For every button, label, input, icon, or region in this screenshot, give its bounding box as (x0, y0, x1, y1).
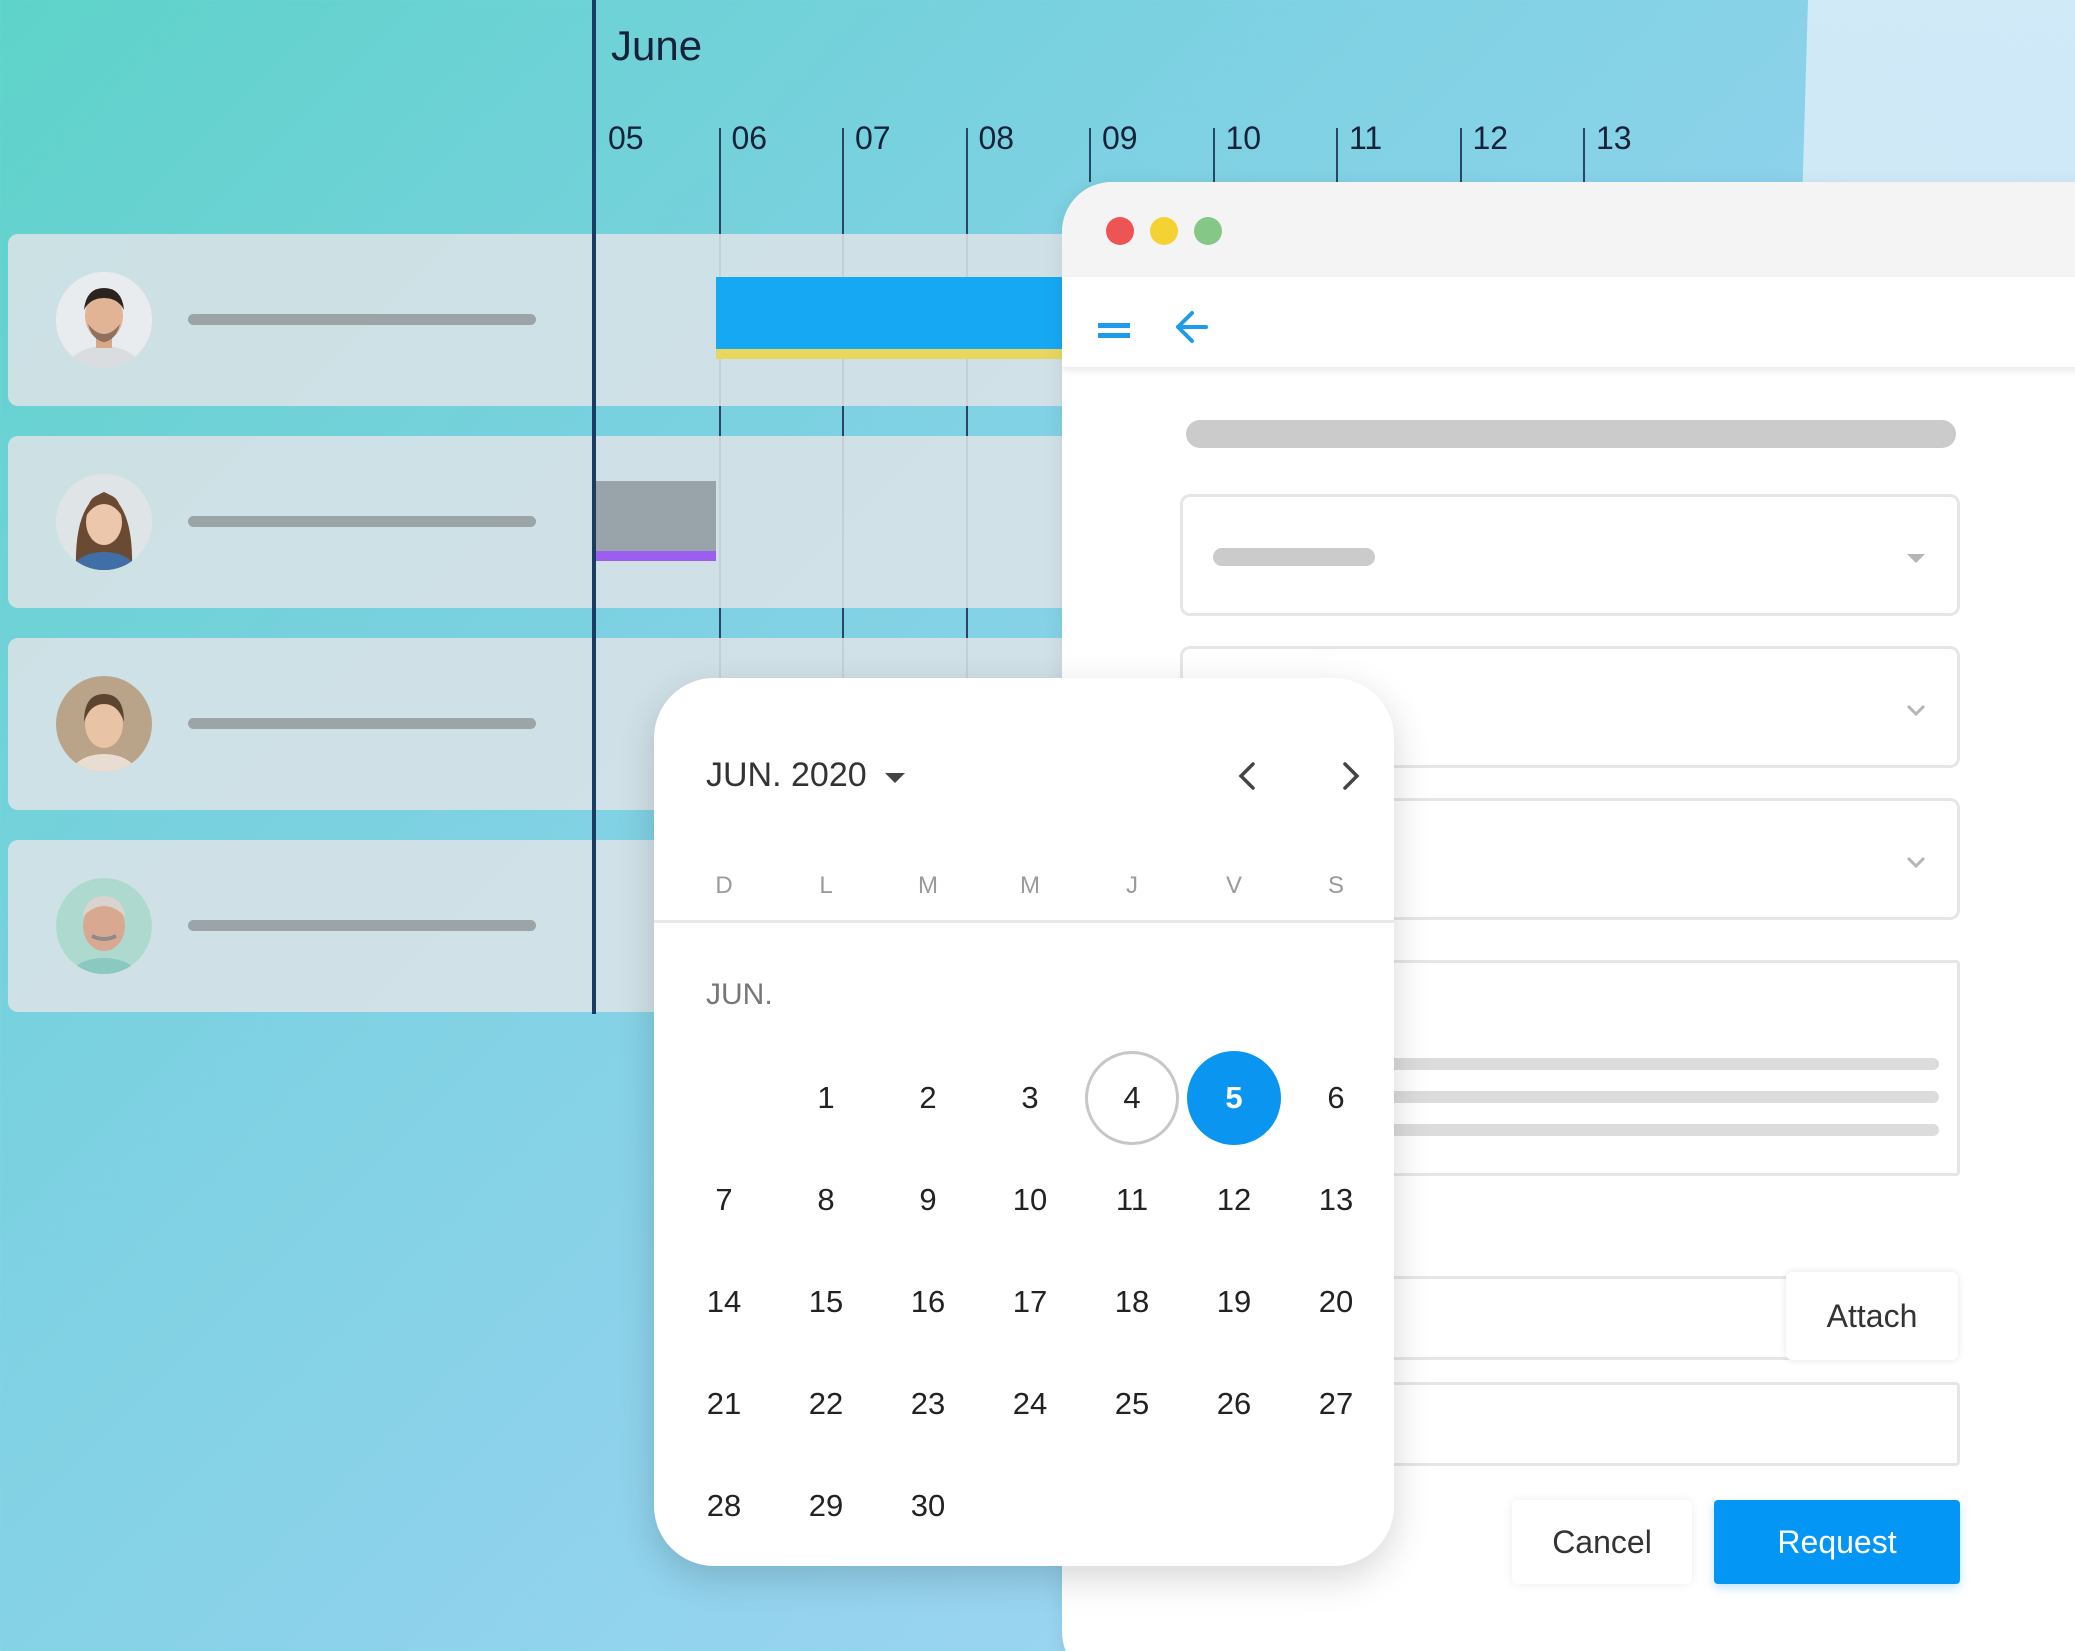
calendar-day-today[interactable]: 4 (1085, 1051, 1179, 1145)
select-field[interactable] (1180, 494, 1960, 616)
day-gridline (718, 128, 721, 718)
month-year-dropdown[interactable]: JUN. 2020 (706, 756, 905, 795)
day-gridline (1459, 128, 1462, 182)
calendar-day[interactable]: 11 (1085, 1153, 1179, 1247)
name-placeholder (188, 920, 536, 931)
calendar-day[interactable]: 25 (1085, 1357, 1179, 1451)
weekday-label: J (1126, 872, 1138, 899)
resource-row[interactable] (8, 436, 1138, 608)
name-placeholder (188, 718, 536, 729)
calendar-day[interactable]: 26 (1187, 1357, 1281, 1451)
form-title-placeholder (1186, 420, 1956, 448)
task-progress-line-yellow (716, 349, 1066, 359)
calendar-day[interactable]: 23 (881, 1357, 975, 1451)
day-gridline (842, 128, 844, 718)
calendar-day[interactable]: 16 (881, 1255, 975, 1349)
calendar-day[interactable]: 20 (1289, 1255, 1383, 1349)
calendar-day[interactable]: 8 (779, 1153, 873, 1247)
weekday-label: L (819, 872, 833, 899)
task-bar-blue[interactable] (716, 277, 1066, 349)
calendar-day[interactable]: 17 (983, 1255, 1077, 1349)
gantt-month-label: June (611, 22, 703, 69)
calendar-day[interactable]: 12 (1187, 1153, 1281, 1247)
cancel-button[interactable]: Cancel (1512, 1500, 1692, 1584)
window-toolbar (1062, 277, 2075, 367)
day-label: 10 (1225, 120, 1262, 156)
day-label: 12 (1472, 120, 1509, 156)
calendar-day[interactable]: 6 (1289, 1051, 1383, 1145)
day-gridline (1089, 128, 1091, 182)
calendar-day[interactable]: 10 (983, 1153, 1077, 1247)
menu-icon[interactable] (1084, 297, 1144, 357)
day-label: 13 (1596, 120, 1632, 156)
day-label: 06 (731, 120, 768, 156)
calendar-day[interactable]: 18 (1085, 1255, 1179, 1349)
calendar-day-selected[interactable]: 5 (1187, 1051, 1281, 1145)
next-month-icon[interactable] (1326, 752, 1374, 800)
caret-down-icon (884, 772, 905, 783)
weekday-label: S (1327, 872, 1344, 899)
calendar-day[interactable]: 2 (881, 1051, 975, 1145)
minimize-window-icon[interactable] (1150, 217, 1178, 245)
calendar-day[interactable]: 24 (983, 1357, 1077, 1451)
day-gridline (965, 128, 968, 718)
weekday-label: V (1225, 872, 1242, 899)
calendar-day[interactable]: 9 (881, 1153, 975, 1247)
close-window-icon[interactable] (1106, 217, 1134, 245)
calendar-day[interactable]: 29 (779, 1459, 873, 1553)
day-gridline (1336, 128, 1338, 182)
avatar (56, 272, 152, 368)
day-label: 08 (978, 120, 1015, 156)
task-bar-grey[interactable] (596, 481, 716, 551)
calendar-day[interactable]: 27 (1289, 1357, 1383, 1451)
day-gridline (1583, 128, 1585, 182)
calendar-day[interactable]: 7 (677, 1153, 771, 1247)
calendar-day[interactable]: 1 (779, 1051, 873, 1145)
month-year-label: JUN. 2020 (706, 756, 867, 794)
chevron-down-icon (1906, 704, 1926, 717)
window-titlebar (1062, 182, 2075, 277)
calendar-day[interactable]: 22 (779, 1357, 873, 1451)
calendar-day[interactable]: 14 (677, 1255, 771, 1349)
day-gridline (1212, 128, 1215, 182)
calendar-day[interactable]: 13 (1289, 1153, 1383, 1247)
attach-button[interactable]: Attach (1786, 1272, 1958, 1360)
calendar-day[interactable]: 21 (677, 1357, 771, 1451)
date-picker-popup: JUN. 2020 DLMMJVS JUN. 1 2 3 4 5 6 7 8 9 10 11 12 13… (654, 678, 1394, 1566)
caret-down-icon (1907, 554, 1925, 563)
calendar-day[interactable]: 28 (677, 1459, 771, 1553)
request-button[interactable]: Request (1714, 1500, 1960, 1584)
day-label: 05 (608, 120, 644, 156)
weekday-label: M (1020, 872, 1040, 899)
weekday-label: D (715, 872, 733, 899)
weekday-label: M (918, 872, 938, 899)
day-label: 09 (1102, 120, 1138, 156)
calendar-divider (654, 920, 1394, 923)
maximize-window-icon[interactable] (1194, 217, 1222, 245)
chevron-down-icon (1906, 856, 1926, 869)
calendar-day[interactable]: 30 (881, 1459, 975, 1553)
month-section-label: JUN. (706, 978, 773, 1011)
name-placeholder (188, 516, 536, 527)
avatar (56, 676, 152, 772)
avatar (56, 878, 152, 974)
select-value-placeholder (1213, 548, 1375, 566)
calendar-day[interactable]: 19 (1187, 1255, 1281, 1349)
calendar-day[interactable]: 3 (983, 1051, 1077, 1145)
previous-month-icon[interactable] (1224, 752, 1272, 800)
task-progress-line-purple (596, 551, 716, 561)
day-label: 11 (1349, 120, 1383, 156)
avatar (56, 474, 152, 570)
calendar-day[interactable]: 15 (779, 1255, 873, 1349)
name-placeholder (188, 314, 536, 325)
back-arrow-icon[interactable] (1162, 297, 1222, 357)
day-label: 07 (855, 120, 891, 156)
